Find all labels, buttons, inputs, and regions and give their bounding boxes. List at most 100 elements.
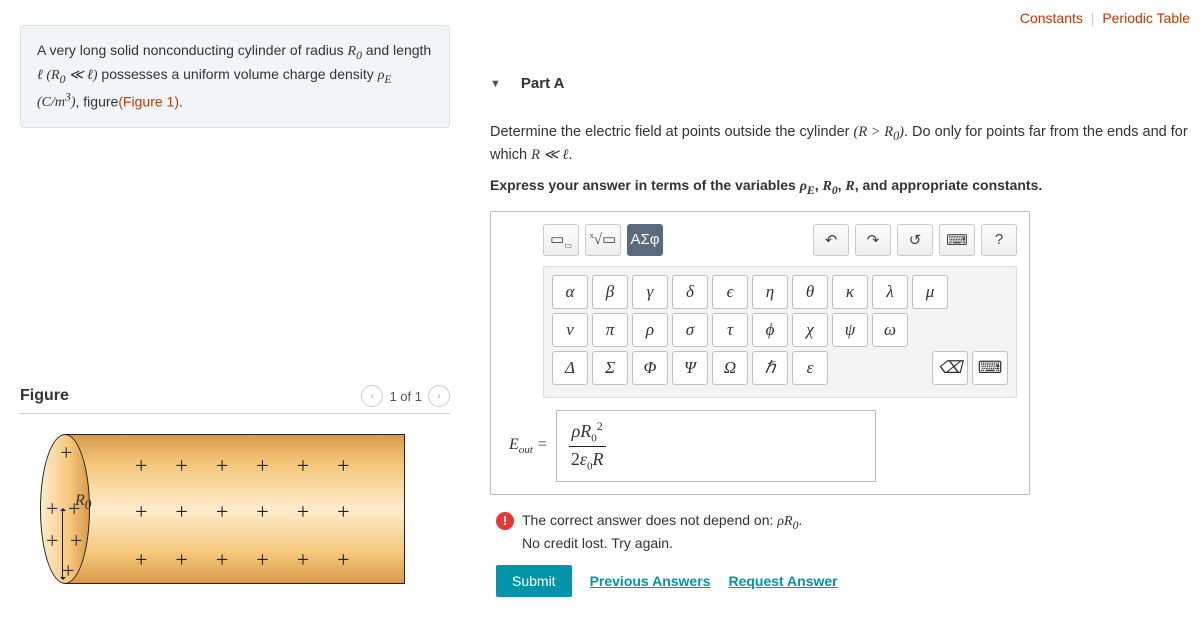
redo-button[interactable]: ↷ xyxy=(855,224,891,256)
greek-key[interactable]: Δ xyxy=(552,351,588,385)
greek-key[interactable]: ε xyxy=(792,351,828,385)
charge-row: ++++++ xyxy=(135,547,350,573)
answer-numerator: ρR02 xyxy=(569,419,606,448)
keyboard-key[interactable]: ⌨ xyxy=(972,351,1008,385)
intro-text: , figure xyxy=(76,93,119,109)
backspace-key[interactable]: ⌫ xyxy=(932,351,968,385)
part-panel: ▼ Part A Determine the electric field at… xyxy=(490,75,1190,597)
greek-key[interactable]: Φ xyxy=(632,351,668,385)
greek-key[interactable]: η xyxy=(752,275,788,309)
greek-key[interactable]: Ω xyxy=(712,351,748,385)
greek-key[interactable]: μ xyxy=(912,275,948,309)
equation-toolbar: ▭▭ x√▭ ΑΣφ ↶ ↷ ↺ ⌨ ? xyxy=(503,224,1017,256)
part-label: Part A xyxy=(521,75,565,92)
answer-input[interactable]: ρR02 2ε0R xyxy=(556,410,876,482)
figure-section: Figure ‹ 1 of 1 › ++++++ ++++++ ++++++ +… xyxy=(20,385,450,594)
feedback-line1: The correct answer does not depend on: ρ… xyxy=(522,512,802,528)
request-answer-link[interactable]: Request Answer xyxy=(728,573,837,589)
r0-arrow xyxy=(62,509,63,579)
greek-key[interactable]: γ xyxy=(632,275,668,309)
sqrt-button[interactable]: x√▭ xyxy=(585,224,621,256)
answer-line: Eout = ρR02 2ε0R xyxy=(509,410,1017,482)
greek-button[interactable]: ΑΣφ xyxy=(627,224,663,256)
part-hint: Express your answer in terms of the vari… xyxy=(490,177,1190,197)
greek-row: νπρστϕχψω xyxy=(552,313,1008,347)
greek-key[interactable]: Ψ xyxy=(672,351,708,385)
constants-link[interactable]: Constants xyxy=(1020,10,1083,26)
help-icon: ? xyxy=(995,231,1003,248)
var-ell: ℓ xyxy=(37,68,43,83)
greek-key[interactable]: ω xyxy=(872,313,908,347)
r0-label: R0 xyxy=(75,492,91,513)
part-header[interactable]: ▼ Part A xyxy=(490,75,1190,92)
greek-key[interactable]: σ xyxy=(672,313,708,347)
intro-text: . xyxy=(179,93,183,109)
greek-key[interactable]: θ xyxy=(792,275,828,309)
undo-button[interactable]: ↶ xyxy=(813,224,849,256)
answer-lhs: Eout = xyxy=(509,436,548,456)
figure-link[interactable]: (Figure 1) xyxy=(118,93,179,109)
undo-icon: ↶ xyxy=(825,231,838,249)
charge-plus: + xyxy=(70,528,82,554)
periodic-table-link[interactable]: Periodic Table xyxy=(1102,10,1190,26)
greek-key[interactable]: ν xyxy=(552,313,588,347)
greek-key[interactable]: λ xyxy=(872,275,908,309)
greek-key[interactable]: β xyxy=(592,275,628,309)
greek-key[interactable]: ρ xyxy=(632,313,668,347)
greek-key[interactable]: κ xyxy=(832,275,868,309)
greek-key[interactable]: χ xyxy=(792,313,828,347)
previous-answers-link[interactable]: Previous Answers xyxy=(590,573,711,589)
collapse-caret-icon: ▼ xyxy=(490,78,501,90)
feedback-text: The correct answer does not depend on: ρ… xyxy=(522,511,802,554)
part-prompt: Determine the electric field at points o… xyxy=(490,122,1190,167)
answer-denominator: 2ε0R xyxy=(571,447,604,473)
charge-plus: + xyxy=(60,440,72,466)
link-separator: | xyxy=(1091,10,1095,26)
greek-row: ΔΣΦΨΩℏε ⌫⌨ xyxy=(552,351,1008,385)
intro-cond: (R0 ≪ ℓ) xyxy=(43,68,98,83)
charge-row: ++++++ xyxy=(135,499,350,525)
intro-text: possesses a uniform volume charge densit… xyxy=(98,66,378,82)
figure-header: Figure ‹ 1 of 1 › xyxy=(20,385,450,414)
charge-plus: + xyxy=(46,496,58,522)
keyboard-button[interactable]: ⌨ xyxy=(939,224,975,256)
var-rhoE: ρE xyxy=(378,68,392,83)
submit-button[interactable]: Submit xyxy=(496,565,572,597)
keyboard-icon: ⌨ xyxy=(946,231,968,249)
templates-icon: ▭▭ xyxy=(550,230,572,250)
sqrt-icon: x√▭ xyxy=(590,230,616,249)
greek-row: αβγδϵηθκλμ xyxy=(552,275,1008,309)
redo-icon: ↷ xyxy=(867,231,880,249)
greek-keypad: αβγδϵηθκλμ νπρστϕχψω ΔΣΦΨΩℏε ⌫⌨ xyxy=(543,266,1017,398)
greek-key[interactable]: ψ xyxy=(832,313,868,347)
intro-text: and length xyxy=(362,42,431,58)
prompt-math: R ≪ ℓ xyxy=(531,147,568,163)
greek-key[interactable]: Σ xyxy=(592,351,628,385)
error-icon: ! xyxy=(496,512,514,530)
greek-key[interactable]: ϵ xyxy=(712,275,748,309)
greek-key[interactable]: δ xyxy=(672,275,708,309)
greek-key[interactable]: τ xyxy=(712,313,748,347)
greek-key[interactable]: π xyxy=(592,313,628,347)
greek-key[interactable]: α xyxy=(552,275,588,309)
problem-intro: A very long solid nonconducting cylinder… xyxy=(20,25,450,128)
prompt-text: . xyxy=(568,147,572,163)
greek-icon: ΑΣφ xyxy=(630,231,659,248)
reset-button[interactable]: ↺ xyxy=(897,224,933,256)
figure-next-button[interactable]: › xyxy=(428,385,450,407)
figure-heading: Figure xyxy=(20,387,69,405)
feedback-line2: No credit lost. Try again. xyxy=(522,535,673,551)
figure-prev-button[interactable]: ‹ xyxy=(361,385,383,407)
greek-key[interactable]: ϕ xyxy=(752,313,788,347)
top-links: Constants | Periodic Table xyxy=(1020,10,1190,26)
figure-pager: ‹ 1 of 1 › xyxy=(361,385,450,407)
charge-plus: + xyxy=(46,528,58,554)
greek-key[interactable]: ℏ xyxy=(752,351,788,385)
charge-row: ++++++ xyxy=(135,453,350,479)
cylinder-body: ++++++ ++++++ ++++++ xyxy=(65,434,405,584)
action-row: Submit Previous Answers Request Answer xyxy=(496,565,1190,597)
help-button[interactable]: ? xyxy=(981,224,1017,256)
cylinder-figure: ++++++ ++++++ ++++++ + + + + + + R0 xyxy=(40,424,410,594)
figure-pager-label: 1 of 1 xyxy=(389,389,422,404)
templates-button[interactable]: ▭▭ xyxy=(543,224,579,256)
